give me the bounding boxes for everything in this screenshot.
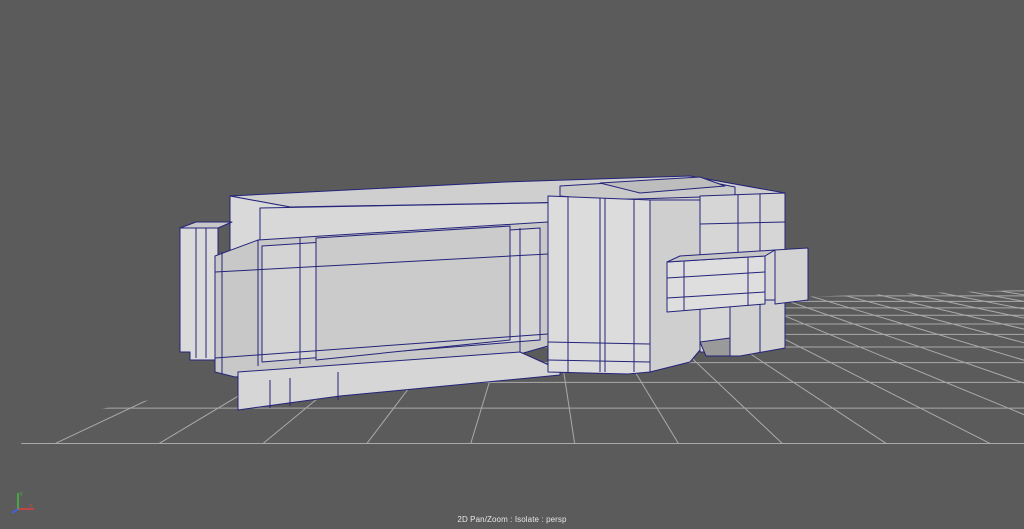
viewport-scene[interactable] bbox=[0, 0, 1024, 529]
mesh-front-panel-recess[interactable] bbox=[315, 225, 511, 361]
svg-text:y: y bbox=[20, 491, 23, 497]
grid-line bbox=[843, 290, 1024, 444]
viewport-status-label: 2D Pan/Zoom : Isolate : persp bbox=[457, 515, 567, 524]
grid-line bbox=[941, 290, 1024, 444]
modeled-mesh-object[interactable] bbox=[179, 175, 809, 411]
mesh-left-block-front[interactable] bbox=[179, 227, 219, 361]
mesh-handle-end[interactable] bbox=[774, 247, 809, 305]
mesh-left-block-top[interactable] bbox=[179, 221, 233, 229]
grid-line bbox=[973, 290, 1024, 444]
axis-gizmo-icon: x y bbox=[11, 491, 34, 514]
mesh-middle-column[interactable] bbox=[547, 195, 651, 375]
grid-line bbox=[1006, 290, 1024, 444]
maya-perspective-viewport[interactable]: x y 2D Pan/Zoom : Isolate : persp bbox=[0, 0, 1024, 529]
grid-line bbox=[810, 290, 1024, 444]
grid-line bbox=[908, 290, 1024, 444]
mesh-handle-front[interactable] bbox=[666, 255, 766, 313]
mesh-right-foot[interactable] bbox=[729, 299, 786, 357]
svg-text:x: x bbox=[30, 503, 33, 509]
grid-line bbox=[745, 290, 1024, 444]
